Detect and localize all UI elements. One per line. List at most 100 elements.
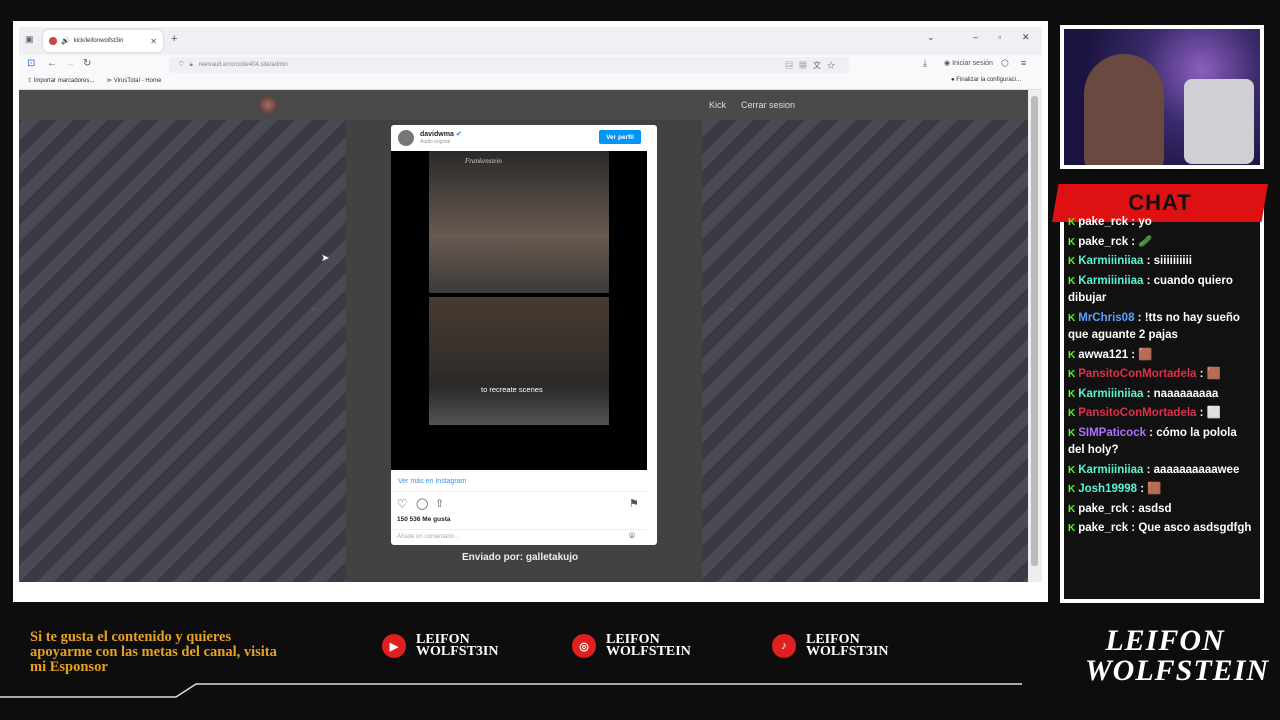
view-profile-button[interactable]: Ver perfil bbox=[599, 130, 641, 144]
tab-overflow-icon[interactable]: ⌄ bbox=[927, 32, 935, 43]
logo-line2: WOLFSTEIN bbox=[1085, 654, 1270, 687]
chat-username[interactable]: MrChris08 bbox=[1078, 312, 1134, 324]
bookmark-import[interactable]: ⇪ Importar marcadores... bbox=[27, 77, 94, 84]
video-caption: to recreate scenes bbox=[481, 385, 543, 394]
webcam-feed bbox=[1060, 25, 1264, 169]
divider bbox=[391, 491, 647, 492]
video-frame-top: Frankenstein bbox=[429, 151, 609, 293]
chat-username[interactable]: Josh19998 bbox=[1078, 483, 1137, 495]
bookmark-icon[interactable]: ⚑ bbox=[629, 497, 639, 510]
kick-badge-icon: K bbox=[1068, 503, 1076, 515]
url-actions-icons[interactable]: ▤▦文☆ bbox=[785, 60, 849, 71]
avatar[interactable] bbox=[398, 130, 414, 146]
scroll-thumb[interactable] bbox=[1031, 96, 1038, 566]
chat-text: : 🥒 bbox=[1128, 235, 1153, 248]
view-more-link[interactable]: Ver más en Instagram bbox=[398, 478, 466, 485]
scrollbar[interactable] bbox=[1028, 90, 1042, 582]
chat-message: K Josh19998 : 🟫 bbox=[1068, 481, 1256, 499]
social-name-line2: WOLFSTEIN bbox=[606, 644, 691, 659]
sent-by-label: Enviado por: galletakujo bbox=[462, 552, 579, 563]
extensions-icon[interactable]: ⬡ bbox=[1001, 58, 1009, 69]
site-logo-icon[interactable] bbox=[259, 96, 277, 114]
url-text: reelvault.errorcode404.site/admin bbox=[198, 62, 288, 68]
kick-badge-icon: K bbox=[1068, 217, 1076, 228]
lock-icon[interactable]: 🔒︎ bbox=[190, 62, 193, 69]
chat-username[interactable]: PansitoConMortadela bbox=[1078, 407, 1196, 419]
chat-text: : naaaaaaaaa bbox=[1143, 387, 1219, 400]
config-notice[interactable]: ● Finalizar la configuraci... bbox=[951, 77, 1021, 83]
chat-text: : yo bbox=[1128, 216, 1152, 228]
chat-text: : asdsd bbox=[1128, 502, 1172, 515]
divider bbox=[391, 529, 647, 530]
chat-username[interactable]: Karmiiiniiaa bbox=[1078, 388, 1143, 400]
maximize-button[interactable]: ▫ bbox=[998, 32, 1001, 42]
bookmarks-bar: ⇪ Importar marcadores... ⊳ VirusTotal - … bbox=[19, 75, 1042, 90]
chat-message: Kpake_rck : Que asco asdsgdfgh bbox=[1068, 520, 1256, 538]
tab-bar: ▣ 🔊 kick/leifonwolfst3in ✕ + ⌄ – ▫ ✕ bbox=[19, 27, 1042, 55]
chat-username[interactable]: Karmiiiniiaa bbox=[1078, 275, 1143, 287]
chat-username[interactable]: pake_rck bbox=[1078, 503, 1128, 515]
video-player[interactable]: Frankenstein to recreate scenes bbox=[391, 151, 647, 470]
reload-icon[interactable]: ↻ bbox=[83, 58, 91, 69]
kick-badge-icon: K bbox=[1068, 427, 1076, 439]
chat-username[interactable]: PansitoConMortadela bbox=[1078, 368, 1196, 380]
signin-button[interactable]: ◉ Iniciar sesión bbox=[944, 59, 993, 67]
kick-badge-icon: K bbox=[1068, 369, 1076, 380]
back-icon[interactable]: ← bbox=[47, 58, 57, 69]
social-youtube: ▶ LEIFON WOLFST3IN bbox=[382, 633, 498, 659]
chat-message: K MrChris08 : !tts no hay sueño que aguan… bbox=[1068, 310, 1256, 345]
next-arrow-icon[interactable]: → bbox=[724, 300, 736, 314]
download-icon[interactable]: ⤓ bbox=[923, 58, 927, 69]
chat-username[interactable]: SIMPaticock bbox=[1078, 427, 1146, 439]
forward-icon[interactable]: → bbox=[65, 58, 75, 69]
chat-message: K PansitoConMortadela : 🟫 bbox=[1068, 366, 1256, 384]
video-watermark: Frankenstein bbox=[465, 157, 502, 165]
chat-message: Kpake_rck : yo bbox=[1068, 214, 1256, 232]
chat-username[interactable]: pake_rck bbox=[1078, 522, 1128, 534]
nav-link-logout[interactable]: Cerrar sesion bbox=[741, 100, 795, 110]
minimize-button[interactable]: – bbox=[973, 32, 978, 42]
nav-link-kick[interactable]: Kick bbox=[709, 100, 726, 110]
chat-messages: Kpake_rck : yo Kpake_rck : 🥒 K Karmiiiniiaa… bbox=[1066, 214, 1256, 540]
comment-icon[interactable]: ◯ bbox=[416, 497, 428, 510]
chat-message: K Karmiiiniiaa : aaaaaaaaaawee bbox=[1068, 462, 1256, 480]
new-tab-button[interactable]: + bbox=[171, 33, 177, 45]
kick-badge-icon: K bbox=[1068, 388, 1076, 400]
tab-list-icon[interactable]: ▣ bbox=[25, 34, 34, 45]
tab-close-icon[interactable]: ✕ bbox=[150, 37, 157, 46]
menu-icon[interactable]: ≡ bbox=[1021, 58, 1026, 68]
share-icon[interactable]: ⇧ bbox=[435, 497, 444, 510]
chat-username[interactable]: pake_rck bbox=[1078, 216, 1128, 228]
tab-title: kick/leifonwolfst3in bbox=[73, 38, 124, 44]
kick-badge-icon: K bbox=[1068, 484, 1076, 495]
comment-input[interactable]: Añade un comentario... bbox=[397, 534, 459, 540]
browser-tab[interactable]: 🔊 kick/leifonwolfst3in ✕ bbox=[43, 30, 163, 52]
kick-badge-icon: K bbox=[1068, 236, 1076, 248]
kick-badge-icon: K bbox=[1068, 256, 1076, 267]
sidebar-icon[interactable]: ⊡ bbox=[27, 58, 35, 69]
shield-icon[interactable]: ⛉ bbox=[179, 62, 184, 69]
close-window-button[interactable]: ✕ bbox=[1022, 32, 1030, 43]
likes-count: 150 536 Me gusta bbox=[397, 516, 451, 523]
logo-line1: LEIFON bbox=[1105, 624, 1225, 657]
sponsor-text: Si te gusta el contenido y quieres apoya… bbox=[30, 629, 277, 675]
like-icon[interactable]: ♡ bbox=[397, 497, 408, 511]
speaker-icon[interactable]: 🔊 bbox=[61, 37, 70, 45]
chat-username[interactable]: pake_rck bbox=[1078, 236, 1128, 248]
kick-badge-icon: K bbox=[1068, 349, 1076, 361]
chat-text: : siiiiiiiiii bbox=[1143, 255, 1193, 267]
prev-arrow-icon[interactable]: ← bbox=[309, 300, 321, 314]
video-frame-bottom: to recreate scenes bbox=[429, 297, 609, 425]
chat-username[interactable]: Karmiiiniiaa bbox=[1078, 255, 1143, 267]
bookmark-virustotal[interactable]: ⊳ VirusTotal - Home bbox=[107, 77, 161, 84]
chat-message: K Karmiiiniiaa : cuando quiero dibujar bbox=[1068, 273, 1256, 308]
chat-username[interactable]: Karmiiiniiaa bbox=[1078, 464, 1143, 476]
instagram-icon[interactable]: ⌾ bbox=[629, 531, 635, 542]
kick-badge-icon: K bbox=[1068, 523, 1076, 534]
tab-favicon-icon bbox=[49, 37, 57, 45]
config-notice-label: Finalizar la configuraci... bbox=[956, 77, 1021, 83]
url-bar[interactable]: ⛉ 🔒︎ reelvault.errorcode404.site/admin ▤… bbox=[169, 57, 849, 73]
chat-message: Kpake_rck : 🥒 bbox=[1068, 234, 1256, 252]
post-username[interactable]: davidwma ✔ bbox=[420, 130, 462, 138]
chat-username[interactable]: awwa121 bbox=[1078, 349, 1128, 361]
